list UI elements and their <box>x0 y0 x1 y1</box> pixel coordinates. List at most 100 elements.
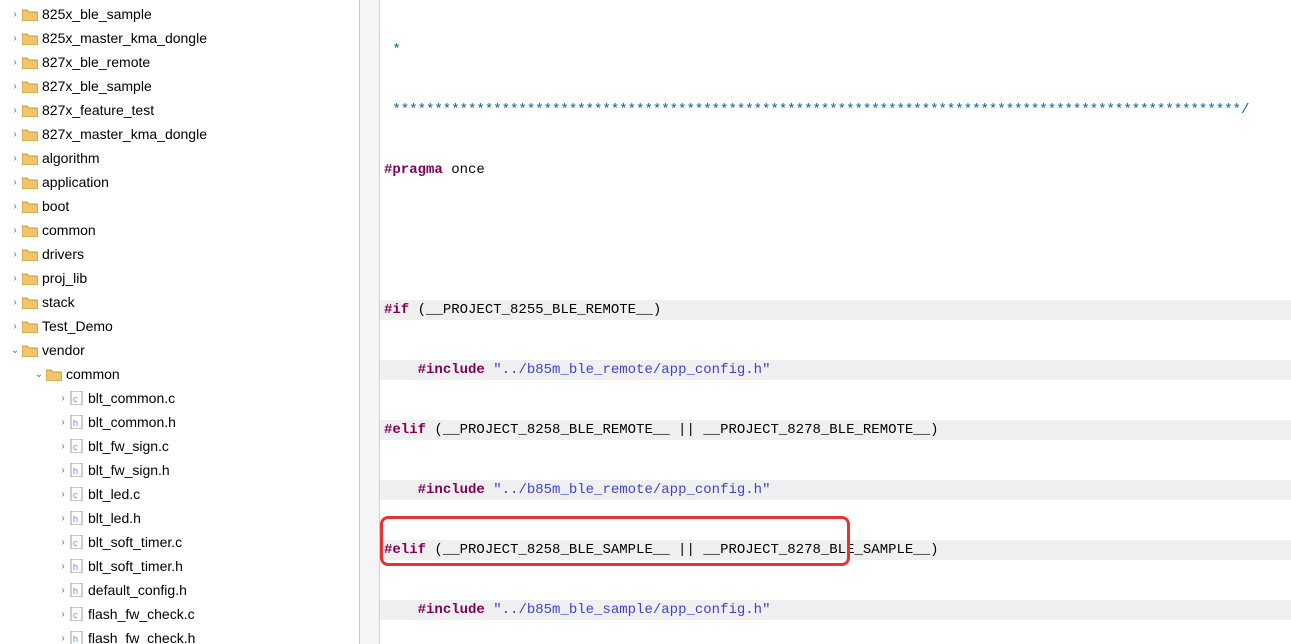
folder-boot[interactable]: ›boot <box>0 194 359 218</box>
comment-line: ****************************************… <box>380 100 1291 120</box>
folder-Test_Demo[interactable]: › Test_Demo <box>0 314 359 338</box>
folder-label: 827x_ble_remote <box>42 54 150 70</box>
folder-label: algorithm <box>42 150 100 166</box>
folder-icon <box>22 272 38 285</box>
folder-label: common <box>66 366 120 382</box>
file-label: blt_common.c <box>88 390 175 406</box>
svg-text:h: h <box>73 634 78 644</box>
chevron-right-icon: › <box>56 393 70 404</box>
svg-text:c: c <box>73 394 78 404</box>
folder-common[interactable]: ›common <box>0 218 359 242</box>
editor-gutter <box>360 0 380 644</box>
svg-text:c: c <box>73 442 78 452</box>
chevron-right-icon: › <box>8 81 22 92</box>
chevron-right-icon: › <box>8 129 22 140</box>
folder-icon <box>22 320 38 333</box>
file-blt_led-h[interactable]: ›hblt_led.h <box>0 506 359 530</box>
file-blt_soft_timer-h[interactable]: ›h blt_soft_timer.h <box>0 554 359 578</box>
chevron-right-icon: › <box>8 9 22 20</box>
folder-827x_master_kma_dongle[interactable]: › 827x_master_kma_dongle <box>0 122 359 146</box>
chevron-right-icon: › <box>56 417 70 428</box>
chevron-right-icon: › <box>56 441 70 452</box>
file-label: blt_common.h <box>88 414 176 430</box>
folder-common[interactable]: ⌄ common <box>0 362 359 386</box>
svg-text:c: c <box>73 538 78 548</box>
folder-icon <box>22 80 38 93</box>
chevron-down-icon: ⌄ <box>32 369 46 380</box>
file-blt_fw_sign-h[interactable]: ›hblt_fw_sign.h <box>0 458 359 482</box>
c-file-icon: c <box>70 439 84 453</box>
code-line: #elif (__PROJECT_8258_BLE_SAMPLE__ || __… <box>380 540 1291 560</box>
folder-vendor[interactable]: ⌄ vendor <box>0 338 359 362</box>
file-label: flash_fw_check.c <box>88 606 195 622</box>
folder-icon <box>22 176 38 189</box>
folder-algorithm[interactable]: ›algorithm <box>0 146 359 170</box>
chevron-down-icon: ⌄ <box>8 345 22 356</box>
svg-text:c: c <box>73 490 78 500</box>
folder-icon <box>22 248 38 261</box>
folder-827x_ble_remote[interactable]: ›827x_ble_remote <box>0 50 359 74</box>
folder-open-icon <box>22 344 38 357</box>
svg-text:h: h <box>73 418 78 428</box>
folder-application[interactable]: ›application <box>0 170 359 194</box>
folder-827x_feature_test[interactable]: ›827x_feature_test <box>0 98 359 122</box>
folder-label: common <box>42 222 96 238</box>
file-blt_common-c[interactable]: ›c blt_common.c <box>0 386 359 410</box>
file-blt_led-c[interactable]: ›cblt_led.c <box>0 482 359 506</box>
file-label: blt_soft_timer.h <box>88 558 183 574</box>
folder-icon <box>22 200 38 213</box>
h-file-icon: h <box>70 463 84 477</box>
file-label: blt_fw_sign.c <box>88 438 169 454</box>
file-default_config-h[interactable]: ›h default_config.h <box>0 578 359 602</box>
folder-proj_lib[interactable]: › proj_lib <box>0 266 359 290</box>
chevron-right-icon: › <box>8 273 22 284</box>
file-flash_fw_check-h[interactable]: ›hflash_fw_check.h <box>0 626 359 644</box>
chevron-right-icon: › <box>56 561 70 572</box>
code-editor[interactable]: * **************************************… <box>380 0 1291 644</box>
code-line: #elif (__PROJECT_8258_BLE_REMOTE__ || __… <box>380 420 1291 440</box>
folder-827x_ble_sample[interactable]: › 827x_ble_sample <box>0 74 359 98</box>
file-label: default_config.h <box>88 582 187 598</box>
file-blt_common-h[interactable]: ›h blt_common.h <box>0 410 359 434</box>
file-blt_soft_timer-c[interactable]: ›c blt_soft_timer.c <box>0 530 359 554</box>
file-label: blt_soft_timer.c <box>88 534 182 550</box>
file-label: flash_fw_check.h <box>88 630 195 644</box>
blank-line <box>380 220 1291 240</box>
file-blt_fw_sign-c[interactable]: ›c blt_fw_sign.c <box>0 434 359 458</box>
c-file-icon: c <box>70 487 84 501</box>
folder-label: proj_lib <box>42 270 87 286</box>
file-label: blt_led.h <box>88 510 141 526</box>
chevron-right-icon: › <box>8 33 22 44</box>
code-line: #include "../b85m_ble_remote/app_config.… <box>380 480 1291 500</box>
h-file-icon: h <box>70 511 84 525</box>
code-line: #include "../b85m_ble_remote/app_config.… <box>380 360 1291 380</box>
chevron-right-icon: › <box>56 585 70 596</box>
file-label: blt_fw_sign.h <box>88 462 170 478</box>
folder-label: application <box>42 174 109 190</box>
folder-icon <box>22 296 38 309</box>
chevron-right-icon: › <box>8 321 22 332</box>
h-file-icon: h <box>70 559 84 573</box>
c-file-icon: c <box>70 535 84 549</box>
folder-drivers[interactable]: ›drivers <box>0 242 359 266</box>
folder-label: 825x_ble_sample <box>42 6 152 22</box>
chevron-right-icon: › <box>56 537 70 548</box>
folder-label: 827x_master_kma_dongle <box>42 126 207 142</box>
folder-label: boot <box>42 198 69 214</box>
folder-825x_ble_sample[interactable]: › 825x_ble_sample <box>0 2 359 26</box>
h-file-icon: h <box>70 583 84 597</box>
folder-stack[interactable]: ›stack <box>0 290 359 314</box>
chevron-right-icon: › <box>56 609 70 620</box>
project-explorer[interactable]: ›825x_ble_sample›825x_master_kma_dongle›… <box>0 0 360 644</box>
folder-825x_master_kma_dongle[interactable]: › 825x_master_kma_dongle <box>0 26 359 50</box>
file-flash_fw_check-c[interactable]: ›cflash_fw_check.c <box>0 602 359 626</box>
folder-label: 827x_ble_sample <box>42 78 152 94</box>
chevron-right-icon: › <box>8 297 22 308</box>
folder-label: 825x_master_kma_dongle <box>42 30 207 46</box>
chevron-right-icon: › <box>8 105 22 116</box>
c-file-icon: c <box>70 391 84 405</box>
folder-open-icon <box>46 368 62 381</box>
folder-icon <box>22 32 38 45</box>
folder-label: Test_Demo <box>42 318 113 334</box>
folder-icon <box>22 104 38 117</box>
